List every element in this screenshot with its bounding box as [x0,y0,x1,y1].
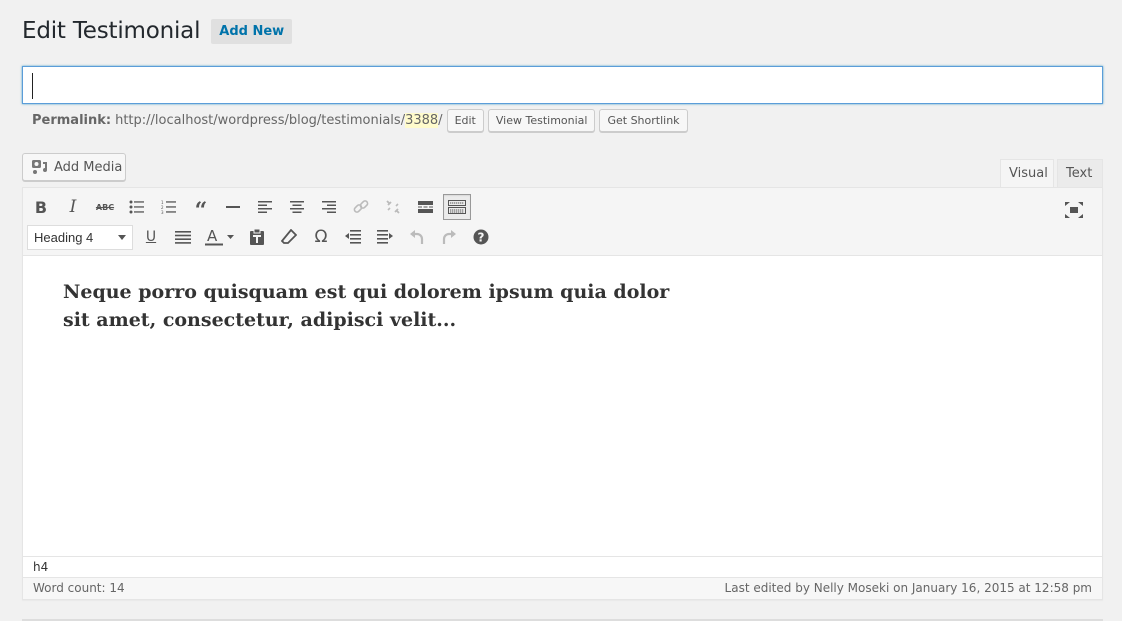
strikethrough-icon: ABC [95,202,115,212]
italic-icon: I [69,197,77,217]
omega-icon: Ω [314,227,328,247]
view-testimonial-button[interactable]: View Testimonial [487,109,596,132]
read-more-icon [417,201,433,213]
text-color-button[interactable]: A [201,224,239,250]
outdent-button[interactable] [339,224,367,250]
svg-text:3: 3 [161,210,164,214]
link-icon [353,200,369,213]
permalink-url-prefix: http://localhost/wordpress/blog/testimon… [115,113,406,128]
special-character-button[interactable]: Ω [307,224,335,250]
text-cursor [32,73,33,99]
title-input[interactable] [22,66,1103,104]
add-media-label: Add Media [54,159,123,175]
bold-button[interactable]: B [27,194,55,220]
status-bar: Word count: 14 Last edited by Nelly Mose… [23,577,1102,599]
tab-visual[interactable]: Visual [1000,159,1054,188]
outdent-icon [345,230,361,244]
align-right-icon [321,201,336,213]
media-icon [32,160,47,174]
blockquote-button[interactable]: “ [187,194,215,224]
chevron-down-icon [118,234,126,240]
unlink-icon [386,200,400,214]
bold-icon: B [34,197,48,217]
redo-button[interactable] [435,224,463,250]
horizontal-line-button[interactable] [219,194,247,220]
keyboard-icon [448,200,466,214]
permalink-label: Permalink: [32,113,112,128]
italic-button[interactable]: I [59,194,87,220]
svg-text:?: ? [478,231,485,245]
fullscreen-button[interactable] [1060,197,1088,223]
paste-as-text-button[interactable] [243,224,271,250]
toolbar-toggle-button[interactable] [443,194,471,220]
undo-button[interactable] [403,224,431,250]
clear-formatting-button[interactable] [275,224,303,250]
blockquote-icon: “ [194,198,208,224]
editor: B I ABC 123 “ Heading 4 U A Ω ? Neque po… [22,187,1103,600]
insert-link-button[interactable] [347,194,375,220]
format-select[interactable]: Heading 4 [27,224,133,250]
page-header: Edit Testimonial Add New [22,18,293,44]
text-color-icon: A [205,228,234,246]
get-shortlink-button[interactable]: Get Shortlink [599,109,688,132]
editor-content[interactable]: Neque porro quisquam est qui dolorem ips… [23,256,723,556]
last-edited: Last edited by Nelly Moseki on January 1… [724,581,1092,595]
align-right-button[interactable] [315,194,343,220]
edit-permalink-button[interactable]: Edit [446,109,484,132]
redo-icon [442,230,456,244]
strikethrough-button[interactable]: ABC [91,194,119,220]
fullscreen-icon [1065,202,1083,218]
numbered-list-icon: 123 [161,200,176,214]
word-count: Word count: 14 [33,581,125,595]
element-path[interactable]: h4 [23,556,1102,577]
editor-toolbar: B I ABC 123 “ Heading 4 U A Ω ? [23,188,1102,256]
remove-link-button[interactable] [379,194,407,220]
tab-text[interactable]: Text [1057,159,1103,188]
permalink-slug[interactable]: 3388 [405,113,439,128]
read-more-button[interactable] [411,194,439,220]
add-media-button[interactable]: Add Media [22,153,126,181]
permalink-row: Permalink: http://localhost/wordpress/bl… [32,109,688,132]
bulleted-list-button[interactable] [123,194,151,220]
add-new-button[interactable]: Add New [211,18,293,44]
indent-icon [377,230,393,244]
toolbar-row-2: Heading 4 U A Ω ? [27,223,499,251]
bulleted-list-icon [129,200,144,214]
svg-text:A: A [207,228,218,245]
underline-icon: U [145,229,157,245]
align-center-button[interactable] [283,194,311,220]
justify-icon [175,231,191,244]
numbered-list-button[interactable]: 123 [155,194,183,220]
toolbar-row-1: B I ABC 123 “ [27,193,475,224]
help-button[interactable]: ? [467,224,495,250]
horizontal-line-icon [226,206,240,208]
eraser-icon [281,229,297,244]
align-left-button[interactable] [251,194,279,220]
permalink-url-suffix: / [438,113,443,128]
format-select-value: Heading 4 [34,229,94,245]
underline-button[interactable]: U [137,224,165,250]
paste-text-icon [250,229,264,245]
align-center-icon [289,201,304,213]
undo-icon [410,230,424,244]
align-left-icon [257,201,272,213]
help-icon: ? [473,229,489,245]
page-title: Edit Testimonial [22,18,201,44]
justify-button[interactable] [169,224,197,250]
indent-button[interactable] [371,224,399,250]
